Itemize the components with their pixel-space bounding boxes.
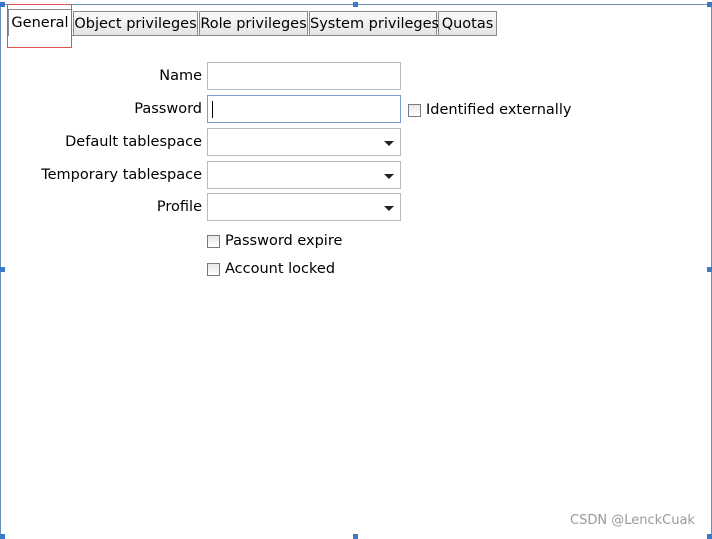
resize-handle-bottom-left[interactable] — [0, 534, 5, 539]
resize-handle-bottom-center[interactable] — [353, 534, 358, 539]
tab-highlight-box — [7, 4, 72, 48]
password-label: Password — [134, 101, 202, 117]
text-caret — [212, 101, 213, 118]
tab-role-privileges[interactable]: Role privileges — [199, 11, 308, 35]
identified-externally-checkbox-row[interactable]: Identified externally — [408, 101, 571, 119]
password-expire-checkbox-row[interactable]: Password expire — [207, 232, 342, 250]
account-locked-label: Account locked — [225, 261, 336, 277]
name-field[interactable] — [207, 62, 401, 90]
watermark: CSDN @LenckCuak — [570, 513, 695, 528]
name-label: Name — [159, 68, 202, 84]
temporary-tablespace-label: Temporary tablespace — [41, 167, 202, 183]
resize-handle-top-left[interactable] — [0, 2, 5, 7]
password-field[interactable] — [207, 95, 401, 123]
default-tablespace-label: Default tablespace — [65, 134, 202, 150]
identified-externally-checkbox[interactable] — [408, 103, 421, 117]
tab-object-privileges[interactable]: Object privileges — [73, 11, 198, 35]
resize-handle-middle-right[interactable] — [707, 267, 712, 272]
resize-handle-top-center[interactable] — [353, 2, 358, 7]
password-expire-checkbox[interactable] — [207, 234, 220, 248]
chevron-down-icon[interactable] — [384, 174, 394, 179]
profile-select[interactable] — [207, 193, 401, 221]
default-tablespace-select[interactable] — [207, 128, 401, 156]
identified-externally-label: Identified externally — [426, 102, 572, 118]
resize-handle-top-right[interactable] — [707, 2, 712, 7]
password-expire-label: Password expire — [225, 233, 343, 249]
resize-handle-middle-left[interactable] — [0, 267, 5, 272]
tab-quotas[interactable]: Quotas — [438, 11, 497, 35]
temporary-tablespace-select[interactable] — [207, 161, 401, 189]
chevron-down-icon[interactable] — [384, 206, 394, 211]
account-locked-checkbox-row[interactable]: Account locked — [207, 260, 335, 278]
tab-system-privileges[interactable]: System privileges — [309, 11, 439, 35]
account-locked-checkbox[interactable] — [207, 262, 220, 276]
resize-handle-bottom-right[interactable] — [707, 534, 712, 539]
profile-label: Profile — [156, 199, 202, 215]
chevron-down-icon[interactable] — [384, 141, 394, 146]
